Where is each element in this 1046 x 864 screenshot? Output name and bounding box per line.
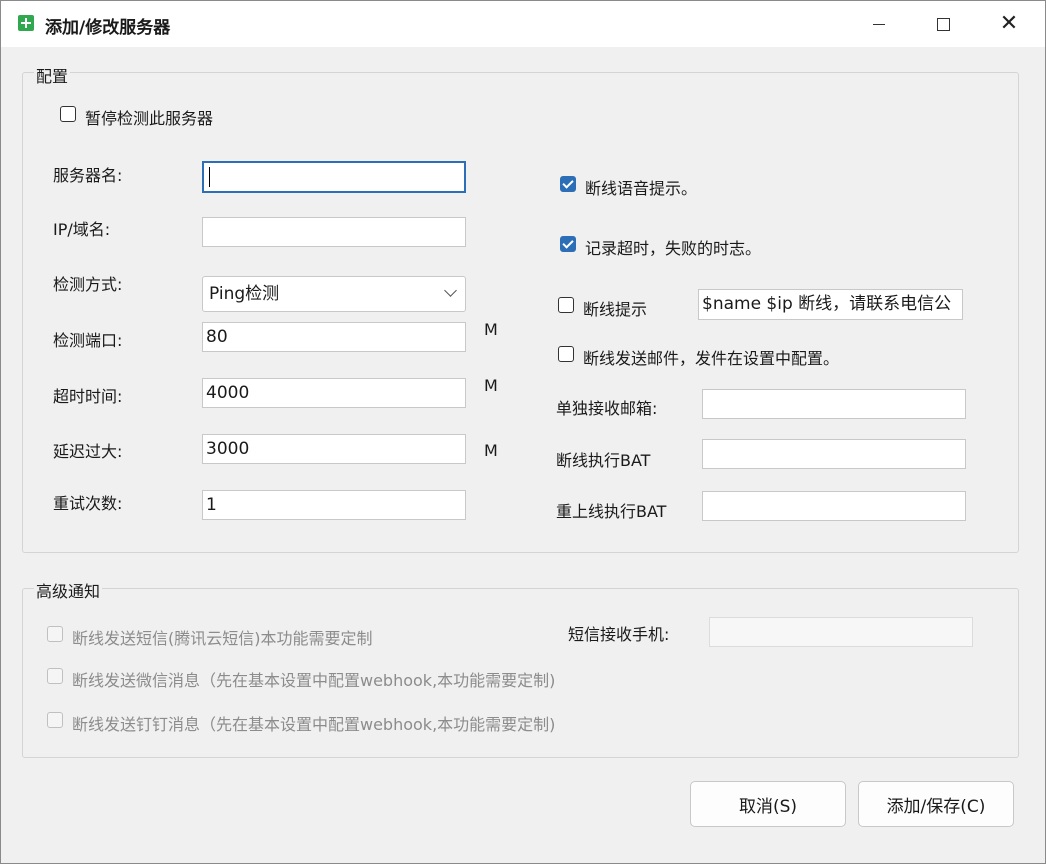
sms-label: 断线发送短信(腾讯云短信)本功能需要定制 [72, 629, 373, 648]
minimize-button[interactable] [847, 1, 911, 47]
receive-mail-input[interactable] [702, 389, 966, 419]
delay-label: 延迟过大: [53, 442, 123, 461]
text-caret [209, 167, 210, 187]
cancel-button[interactable]: 取消(S) [690, 781, 846, 827]
window-title: 添加/修改服务器 [45, 18, 171, 38]
offline-mail-label: 断线发送邮件，发件在设置中配置。 [583, 349, 840, 368]
check-port-label: 检测端口: [53, 331, 123, 350]
delay-input[interactable]: 3000 [202, 434, 466, 464]
receive-mail-label: 单独接收邮箱: [556, 399, 658, 418]
check-method-value: Ping检测 [209, 284, 280, 304]
offline-bat-input[interactable] [702, 439, 966, 469]
green-plus-icon [18, 15, 34, 31]
timeout-input[interactable]: 4000 [202, 378, 466, 408]
sms-phone-input[interactable] [709, 617, 973, 647]
offline-tip-input[interactable]: $name $ip 断线，请联系电信公 [698, 289, 963, 320]
advanced-group-title: 高级通知 [34, 578, 103, 602]
close-icon: ✕ [999, 11, 1019, 36]
ip-domain-input[interactable] [202, 217, 466, 247]
voice-alert-checkbox[interactable] [560, 176, 576, 192]
wechat-checkbox[interactable] [47, 668, 63, 684]
check-port-input[interactable]: 80 [202, 322, 466, 352]
check-method-select[interactable]: Ping检测 [202, 276, 466, 312]
ip-domain-label: IP/域名: [53, 220, 111, 239]
online-bat-input[interactable] [702, 491, 966, 521]
check-method-label: 检测方式: [53, 275, 123, 294]
close-button[interactable]: ✕ [977, 1, 1041, 47]
dingtalk-label: 断线发送钉钉消息（先在基本设置中配置webhook,本功能需要定制) [72, 715, 556, 734]
offline-tip-checkbox[interactable] [558, 297, 574, 313]
offline-bat-label: 断线执行BAT [556, 451, 651, 470]
save-button[interactable]: 添加/保存(C) [858, 781, 1014, 827]
sms-checkbox[interactable] [47, 626, 63, 642]
voice-alert-label: 断线语音提示。 [585, 179, 698, 198]
chevron-down-icon [444, 284, 457, 297]
dingtalk-checkbox[interactable] [47, 712, 63, 728]
maximize-button[interactable] [911, 1, 975, 47]
offline-mail-checkbox[interactable] [558, 346, 574, 362]
sms-phone-label: 短信接收手机: [568, 625, 670, 644]
config-group-title: 配置 [34, 63, 71, 87]
delay-unit: M [484, 441, 498, 460]
log-timeout-label: 记录超时，失败的时志。 [585, 239, 762, 258]
check-port-unit: M [484, 320, 498, 339]
pause-check-label: 暂停检测此服务器 [85, 109, 214, 128]
online-bat-label: 重上线执行BAT [556, 502, 667, 521]
server-name-input[interactable] [202, 161, 466, 193]
pause-check-checkbox[interactable] [60, 106, 76, 122]
timeout-unit: M [484, 376, 498, 395]
dialog-window: 添加/修改服务器 ✕ 配置 暂停检测此服务器 服务器名: IP/域名: 检测方式… [0, 0, 1046, 864]
server-name-label: 服务器名: [53, 166, 123, 185]
wechat-label: 断线发送微信消息（先在基本设置中配置webhook,本功能需要定制) [72, 671, 556, 690]
offline-tip-label: 断线提示 [583, 300, 648, 319]
minimize-icon [873, 23, 885, 25]
log-timeout-checkbox[interactable] [560, 236, 576, 252]
retry-input[interactable]: 1 [202, 490, 466, 520]
timeout-label: 超时时间: [53, 387, 123, 406]
maximize-icon [936, 17, 950, 31]
title-bar[interactable]: 添加/修改服务器 ✕ [1, 1, 1045, 47]
retry-label: 重试次数: [53, 494, 123, 513]
